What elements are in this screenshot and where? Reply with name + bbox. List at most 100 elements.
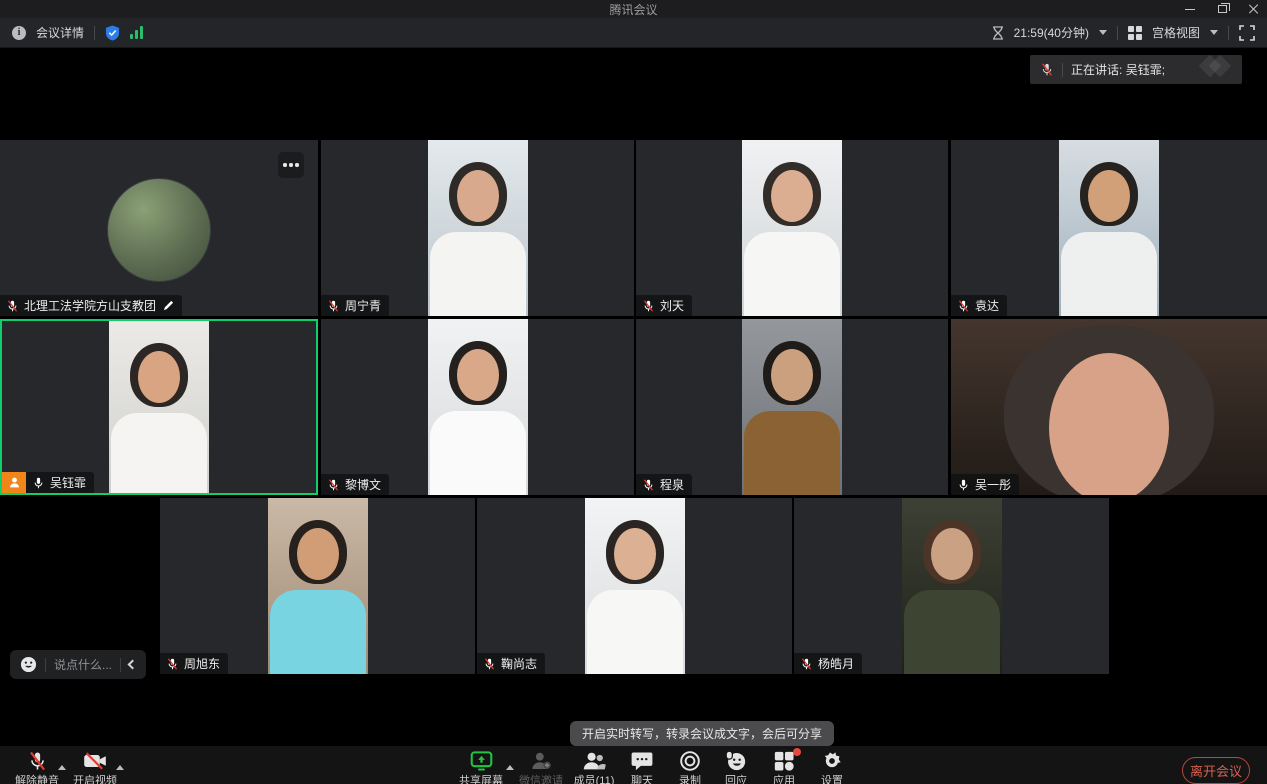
muted-mic-icon [327,299,340,313]
video-tile[interactable]: 杨皓月 [794,498,1109,674]
video-tile[interactable]: 程泉 [636,319,948,495]
transcription-tooltip: 开启实时转写，转录会议成文字，会后可分享 [570,721,834,746]
watermark-icon [1208,58,1228,74]
audio-options-chevron-icon[interactable] [58,765,66,770]
share-screen-icon [470,750,493,772]
participant-nameplate: 吴钰霏 [26,472,94,493]
more-options-button[interactable] [278,152,304,178]
muted-mic-icon [800,657,813,671]
wechat-invite-icon [530,750,552,772]
video-tile[interactable]: 周宁青 [321,140,634,316]
maximize-icon [1218,5,1227,13]
network-signal-icon[interactable] [130,26,143,39]
chat-icon [631,750,653,772]
video-tile[interactable]: 北理工法学院方山支教团 [0,140,318,316]
reactions-label: 回应 [725,775,747,784]
participant-name: 刘天 [660,297,684,314]
close-button[interactable] [1247,2,1261,16]
muted-mic-icon [27,750,48,772]
participant-name: 黎博文 [345,476,381,493]
emoji-icon[interactable] [20,656,37,673]
participant-video [1059,140,1159,316]
divider [1117,26,1118,40]
video-options-chevron-icon[interactable] [116,765,124,770]
collapse-chat-icon[interactable] [128,660,138,670]
share-screen-label: 共享屏幕 [459,775,503,784]
wechat-invite-button[interactable]: 微信邀请 [512,750,570,784]
titlebar: 腾讯会议 [0,0,1267,18]
leave-meeting-button[interactable]: 离开会议 [1182,757,1250,784]
wechat-invite-label: 微信邀请 [519,775,563,784]
participant-video [902,498,1002,674]
security-shield-icon[interactable] [105,25,120,41]
participant-video [742,319,842,495]
avatar [107,178,211,282]
info-icon: i [12,26,26,40]
participant-nameplate: 周宁青 [321,295,389,316]
participant-name: 吴一彤 [975,476,1011,493]
host-badge [2,472,26,493]
top-toolbar-right: 21:59(40分钟) 宫格视图 [992,24,1255,41]
minimize-button[interactable] [1183,2,1197,16]
tooltip-text: 开启实时转写，转录会议成文字，会后可分享 [582,725,822,742]
view-mode-button[interactable]: 宫格视图 [1152,24,1200,41]
meeting-duration: 21:59(40分钟) [1014,24,1089,41]
window-controls [1183,0,1261,18]
participant-nameplate: 程泉 [636,474,692,495]
divider [120,658,121,672]
maximize-button[interactable] [1215,2,1229,16]
gear-icon [821,750,843,772]
participant-name: 杨皓月 [818,655,854,672]
person-icon [8,476,21,489]
video-tile[interactable]: 鞠尚志 [477,498,792,674]
view-mode-dropdown-icon[interactable] [1210,30,1218,35]
participant-nameplate: 周旭东 [160,653,228,674]
divider [94,26,95,40]
close-icon [1249,4,1259,14]
participant-name: 周宁青 [345,297,381,314]
duration-dropdown-icon[interactable] [1099,30,1107,35]
top-toolbar: i 会议详情 21:59(40分钟) 宫格视图 [0,18,1267,48]
muted-mic-icon [642,299,655,313]
participant-name: 袁达 [975,297,999,314]
divider [1062,63,1063,77]
participant-video [585,498,685,674]
video-tile-active-speaker[interactable]: 吴钰霏 [0,319,318,495]
participant-name: 周旭东 [184,655,220,672]
start-video-label: 开启视频 [73,775,117,784]
participant-video [742,140,842,316]
grid-view-icon [1128,26,1142,40]
participant-nameplate: 杨皓月 [794,653,862,674]
meeting-details-button[interactable]: 会议详情 [36,24,84,41]
video-tile[interactable]: 吴一彤 [951,319,1267,495]
participant-video [268,498,368,674]
bottom-toolbar: 解除静音 开启视频 共享屏幕 微信邀请 成员(11) 聊天 录制 [0,746,1267,784]
minimize-icon [1185,9,1195,10]
video-stage: 正在讲话: 吴钰霏; 北理工法学院方山支教团 周宁青 刘天 [0,48,1267,784]
fullscreen-icon[interactable] [1239,25,1255,41]
participant-name: 吴钰霏 [50,474,86,491]
video-tile[interactable]: 刘天 [636,140,948,316]
window-title: 腾讯会议 [609,1,657,18]
video-tile[interactable]: 袁达 [951,140,1267,316]
divider [1228,26,1229,40]
participant-video [951,319,1267,495]
chat-input-placeholder[interactable]: 说点什么... [54,656,112,673]
participant-nameplate: 袁达 [951,295,1007,316]
top-toolbar-left: i 会议详情 [12,24,143,41]
apps-grid-icon [773,750,795,772]
settings-button[interactable]: 设置 [803,750,861,784]
edit-name-icon[interactable] [163,300,174,311]
video-tile[interactable]: 黎博文 [321,319,634,495]
participant-name: 北理工法学院方山支教团 [24,297,156,314]
participant-nameplate: 鞠尚志 [477,653,545,674]
participant-name: 程泉 [660,476,684,493]
muted-mic-icon [6,299,19,313]
video-tile[interactable]: 周旭东 [160,498,475,674]
quick-chat-bar[interactable]: 说点什么... [10,650,146,679]
camera-off-icon [83,750,107,772]
participant-nameplate: 刘天 [636,295,692,316]
share-screen-button[interactable]: 共享屏幕 [452,750,510,784]
mic-on-icon [957,478,970,492]
members-label: 成员(11) [574,775,615,784]
